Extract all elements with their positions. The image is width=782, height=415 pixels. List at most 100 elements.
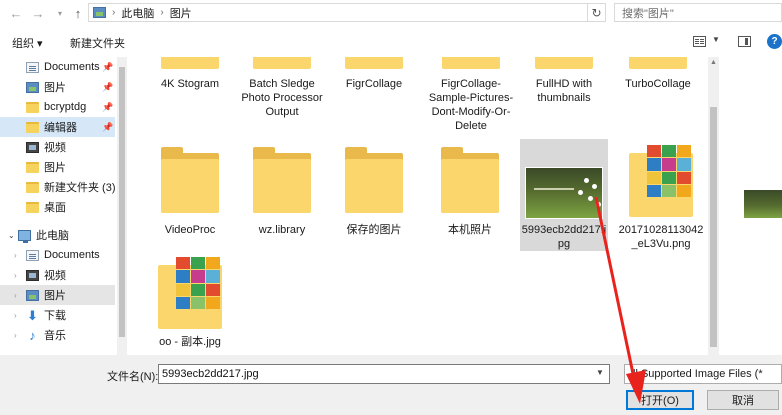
open-button[interactable]: 打开(O) — [626, 390, 694, 410]
nav-item-pc-music[interactable]: › ♪ 音乐 — [0, 325, 115, 345]
folder-icon — [253, 57, 311, 69]
new-folder-button[interactable]: 新建文件夹 — [70, 35, 125, 51]
file-item-image[interactable]: 20171028113042_eL3Vu.png — [618, 145, 704, 251]
search-input[interactable]: 搜索"图片" — [614, 3, 782, 22]
organize-button[interactable]: 组织 ▾ — [12, 35, 43, 51]
expand-chevron-icon[interactable]: › — [14, 331, 22, 340]
address-box[interactable]: › 此电脑 › 图片 ⌄ — [88, 3, 669, 22]
nav-item-label: 音乐 — [44, 330, 66, 342]
nav-item-new-folder-3[interactable]: 新建文件夹 (3) — [0, 177, 116, 197]
file-item-label: 保存的图片 — [346, 224, 402, 236]
collage-image-icon — [629, 145, 693, 217]
cancel-button[interactable]: 取消 — [707, 390, 779, 410]
folder-icon — [26, 181, 39, 193]
file-type-filter-select[interactable]: ll Supported Image Files (* — [624, 364, 782, 384]
nav-item-label: 视频 — [44, 270, 66, 282]
file-item-folder[interactable]: VideoProc — [146, 147, 234, 237]
folder-icon — [26, 121, 39, 133]
expand-chevron-icon[interactable]: › — [14, 251, 22, 260]
file-item-folder[interactable]: FigrCollage — [330, 57, 418, 91]
folder-icon — [345, 147, 403, 213]
file-item-folder[interactable]: FigrCollage-Sample-Pictures-Dont-Modify-… — [424, 57, 518, 133]
nav-item-label: 视频 — [44, 142, 66, 154]
music-note-icon: ♪ — [29, 327, 36, 343]
file-item-label: 本机照片 — [448, 224, 492, 236]
change-view-icon[interactable] — [693, 36, 706, 47]
nav-item-label: Documents — [44, 61, 100, 73]
nav-scrollbar-thumb[interactable] — [119, 67, 125, 337]
file-item-folder[interactable]: 4K Stogram — [146, 57, 234, 91]
nav-item-editor[interactable]: 编辑器 📌 — [0, 117, 115, 137]
expand-chevron-icon[interactable]: › — [14, 311, 22, 320]
nav-item-pictures[interactable]: 图片 📌 — [0, 77, 115, 97]
pin-icon: 📌 — [102, 61, 114, 72]
folder-icon — [161, 147, 219, 213]
help-icon[interactable]: ? — [767, 34, 782, 49]
folder-icon — [442, 57, 500, 69]
breadcrumb-this-pc[interactable]: 此电脑 — [121, 5, 154, 21]
forward-arrow-icon[interactable]: → — [28, 3, 48, 23]
folder-icon — [161, 57, 219, 69]
nav-item-documents[interactable]: Documents 📌 — [0, 57, 115, 77]
filename-dropdown-icon[interactable]: ▼ — [596, 368, 604, 377]
scroll-up-icon[interactable]: ▲ — [710, 59, 717, 66]
back-arrow-icon[interactable]: ← — [6, 3, 26, 23]
navigation-pane: Documents 📌 图片 📌 bcryptdg 📌 编辑器 📌 视频 图片 … — [0, 57, 117, 355]
file-item-image[interactable]: oo - 副本.jpg — [146, 257, 234, 349]
drag-preview-thumbnail — [744, 190, 782, 218]
toolbar: 组织 ▾ 新建文件夹 ▼ ? — [0, 27, 782, 57]
nav-item-pc-downloads[interactable]: › ⬇ 下载 — [0, 305, 115, 325]
nav-item-videos[interactable]: 视频 — [0, 137, 115, 157]
nav-item-label: bcryptdg — [44, 101, 87, 113]
nav-item-pc-documents[interactable]: › Documents — [0, 245, 115, 265]
view-dropdown-icon[interactable]: ▼ — [712, 35, 720, 44]
collage-image-icon — [158, 257, 222, 329]
collapse-chevron-icon[interactable]: ⌄ — [8, 231, 16, 240]
nav-item-label: 下载 — [44, 310, 66, 322]
filename-input[interactable] — [158, 364, 610, 384]
video-icon — [26, 141, 39, 153]
nav-item-label: 桌面 — [44, 202, 66, 214]
file-item-folder[interactable]: FullHD with thumbnails — [520, 57, 608, 105]
file-item-label: FullHD with thumbnails — [535, 78, 593, 104]
file-item-label: Batch Sledge Photo Processor Output — [241, 78, 323, 118]
expand-chevron-icon[interactable]: › — [14, 291, 22, 300]
nav-item-bcryptdg[interactable]: bcryptdg 📌 — [0, 97, 115, 117]
preview-pane-icon[interactable] — [738, 36, 751, 47]
file-item-folder[interactable]: Batch Sledge Photo Processor Output — [238, 57, 326, 119]
computer-icon — [18, 229, 31, 243]
file-item-folder[interactable]: 本机照片 — [426, 147, 514, 237]
refresh-button[interactable]: ↻ — [588, 3, 606, 22]
documents-icon — [26, 249, 39, 261]
file-item-label: TurboCollage — [625, 78, 691, 90]
recent-dropdown-icon[interactable]: ▾ — [50, 3, 70, 23]
documents-icon — [26, 61, 39, 73]
nav-item-pc-pictures[interactable]: › 图片 — [0, 285, 115, 305]
file-list-scrollbar-thumb[interactable] — [710, 107, 717, 347]
folder-icon — [345, 57, 403, 69]
video-icon — [26, 269, 39, 281]
nav-item-pictures-2[interactable]: 图片 — [0, 157, 115, 177]
file-item-label: 4K Stogram — [160, 78, 220, 90]
file-item-folder[interactable]: TurboCollage — [614, 57, 702, 91]
nav-item-desktop[interactable]: 桌面 — [0, 197, 115, 217]
file-list-scrollbar[interactable]: ▲ — [708, 57, 719, 355]
pin-icon: 📌 — [102, 101, 114, 112]
up-arrow-icon[interactable]: ↑ — [68, 3, 88, 23]
image-thumbnail — [525, 167, 603, 219]
nav-item-this-pc[interactable]: ⌄ 此电脑 — [0, 225, 115, 245]
folder-icon — [26, 101, 39, 113]
file-item-folder[interactable]: wz.library — [238, 147, 326, 237]
nav-item-label: 编辑器 — [44, 122, 77, 134]
file-item-folder[interactable]: 保存的图片 — [330, 147, 418, 237]
folder-icon — [629, 57, 687, 69]
folder-icon — [26, 161, 39, 173]
nav-item-label: Documents — [44, 249, 100, 261]
nav-item-pc-videos[interactable]: › 视频 — [0, 265, 115, 285]
file-item-label: oo - 副本.jpg — [159, 336, 221, 348]
file-item-selected-image[interactable]: 5993ecb2dd217.jpg — [520, 139, 608, 251]
nav-scrollbar[interactable] — [117, 57, 127, 355]
breadcrumb-pictures[interactable]: 图片 — [170, 5, 192, 21]
expand-chevron-icon[interactable]: › — [14, 271, 22, 280]
address-bar-row: ← → ▾ ↑ › 此电脑 › 图片 ⌄ ↻ 搜索"图片" — [0, 0, 782, 27]
